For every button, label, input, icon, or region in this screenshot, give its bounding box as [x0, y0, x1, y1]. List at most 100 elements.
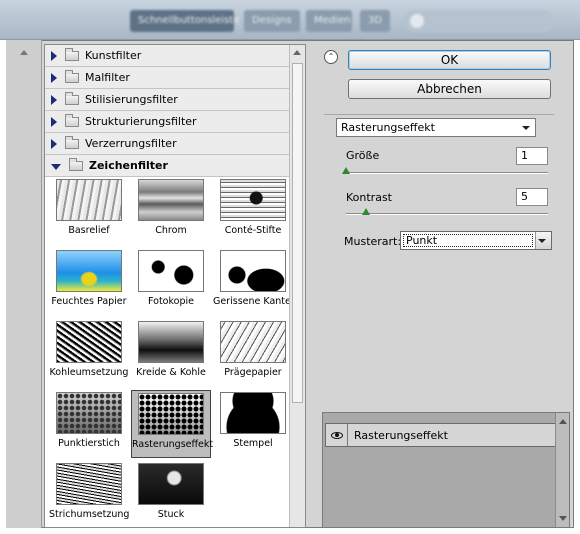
effect-select-value: Rasterungseffekt [341, 121, 435, 134]
filter-category-label: Stilisierungsfilter [85, 93, 178, 106]
contrast-slider-track[interactable] [346, 213, 548, 215]
folder-icon [65, 113, 79, 127]
filter-preview-image [138, 250, 204, 292]
double-chevron-up-icon[interactable]: ⌃ [324, 50, 338, 64]
folder-icon [69, 157, 83, 171]
effect-layers-panel: Rasterungseffekt [322, 412, 570, 528]
filter-thumbnail[interactable]: Stuck [131, 461, 211, 527]
contrast-slider-thumb[interactable] [362, 208, 371, 215]
toolbar-item-1[interactable]: Schnellbuttonsleiste [130, 10, 239, 32]
filter-thumbnail-label: Stuck [157, 509, 185, 520]
filter-thumbnail-label: Conté-Stifte [224, 225, 282, 236]
filter-preview-image [56, 179, 122, 221]
browser-toolbar: Schnellbuttonsleiste Designs Medien 3D [0, 0, 580, 40]
filter-preview-image [138, 179, 204, 221]
filter-thumbnail[interactable]: Kohleumsetzung [49, 319, 129, 387]
contrast-input[interactable]: 5 [516, 188, 548, 206]
layers-scrollbar[interactable] [555, 413, 569, 527]
filter-preview-image [138, 321, 204, 363]
toolbar-item-2[interactable]: Designs [244, 10, 300, 32]
filter-thumbnail-label: Rasterungseffekt [132, 439, 214, 450]
toolbar-item-4[interactable]: 3D [360, 10, 390, 32]
filter-thumbnail[interactable]: Basrelief [49, 177, 129, 245]
filter-thumbnail[interactable]: Chrom [131, 177, 211, 245]
search-icon [410, 14, 424, 28]
filter-list-panel: Kunstfilter Malfilter Stilisierungsfilter S… [44, 44, 306, 528]
filter-thumbnail[interactable]: Rasterungseffekt [131, 390, 214, 458]
triangle-right-icon[interactable] [51, 94, 57, 105]
effect-select[interactable]: Rasterungseffekt [336, 118, 536, 137]
filter-preview-image [56, 463, 122, 505]
filter-category-5[interactable]: Verzerrungsfilter [45, 133, 290, 155]
filter-preview-image [220, 321, 286, 363]
filter-thumbnail-label: Prägepapier [224, 367, 282, 378]
triangle-right-icon[interactable] [51, 116, 57, 127]
filter-category-label: Zeichenfilter [89, 159, 168, 172]
filter-category-label: Kunstfilter [85, 49, 142, 62]
filter-category-6[interactable]: Zeichenfilter [45, 155, 290, 177]
filter-preview-image [220, 179, 286, 221]
filter-thumbnail-label: Stempel [233, 438, 273, 449]
filter-list-scrollbar[interactable] [289, 45, 305, 527]
folder-icon [65, 69, 79, 83]
folder-icon [65, 91, 79, 105]
filter-thumbnail-label: Kohleumsetzung [49, 367, 129, 378]
folder-icon [65, 135, 79, 149]
filter-thumbnail[interactable]: Strichumsetzung [49, 461, 129, 527]
pattern-select-value: Punkt [403, 234, 533, 247]
filter-category-4[interactable]: Strukturierungsfilter [45, 111, 290, 133]
cancel-button[interactable]: Abbrechen [348, 79, 551, 99]
filter-category-1[interactable]: Kunstfilter [45, 45, 290, 67]
filter-thumbnail[interactable]: Prägepapier [213, 319, 293, 387]
filter-thumbnail-label: Punktierstich [58, 438, 120, 449]
scroll-thumb[interactable] [292, 63, 303, 403]
filter-settings: Rasterungseffekt Größe 1 Kontrast 5 Must… [324, 114, 554, 264]
triangle-down-icon[interactable] [51, 163, 61, 170]
filter-thumbnail[interactable]: Fotokopie [131, 248, 211, 316]
size-slider-thumb[interactable] [342, 167, 350, 174]
pattern-dropdown-button[interactable] [535, 232, 551, 249]
size-label: Größe [346, 149, 380, 162]
chevron-down-icon [522, 126, 530, 130]
filter-thumbnail[interactable]: Stempel [213, 390, 293, 458]
chevron-down-icon [538, 239, 546, 243]
filter-category-2[interactable]: Malfilter [45, 67, 290, 89]
triangle-right-icon[interactable] [51, 50, 57, 61]
filter-thumbnail-label: Chrom [155, 225, 187, 236]
filter-preview-image [220, 392, 286, 434]
effect-layer-row[interactable]: Rasterungseffekt [325, 423, 557, 447]
size-slider-track[interactable] [346, 172, 548, 174]
filter-thumbnail[interactable]: Conté-Stifte [213, 177, 293, 245]
filter-thumbnail-label: Fotokopie [148, 296, 194, 307]
scroll-down-arrow-icon[interactable] [559, 516, 567, 521]
filter-thumbnail-label: Gerissene Kanten [213, 296, 297, 307]
size-input[interactable]: 1 [516, 147, 548, 165]
filter-thumbnail[interactable]: Gerissene Kanten [213, 248, 297, 316]
filter-preview-image [220, 250, 286, 292]
filter-preview-image [56, 392, 122, 434]
contrast-label: Kontrast [346, 191, 392, 204]
toolbar-item-3[interactable]: Medien [306, 10, 352, 32]
filter-thumbnail-label: Kreide & Kohle [136, 367, 206, 378]
filter-preview-image [138, 393, 204, 435]
scroll-up-icon[interactable] [20, 50, 28, 55]
filter-thumbnail[interactable]: Kreide & Kohle [131, 319, 211, 387]
filter-thumbnail[interactable]: Punktierstich [49, 390, 129, 458]
eye-icon[interactable] [326, 424, 348, 446]
filter-preview-image [138, 463, 204, 505]
pattern-select[interactable]: Punkt [400, 231, 552, 250]
scroll-up-arrow-icon[interactable] [559, 419, 567, 424]
triangle-right-icon[interactable] [51, 138, 57, 149]
scroll-up-arrow-icon[interactable] [293, 50, 301, 55]
effect-layer-name: Rasterungseffekt [354, 428, 448, 442]
filter-category-3[interactable]: Stilisierungsfilter [45, 89, 290, 111]
toolbar-search[interactable] [404, 10, 554, 32]
triangle-right-icon[interactable] [51, 72, 57, 83]
filter-preview-image [56, 321, 122, 363]
pattern-label: Musterart: [344, 235, 402, 248]
folder-icon [65, 47, 79, 61]
filter-thumbnail[interactable]: Feuchtes Papier [49, 248, 129, 316]
ok-button[interactable]: OK [348, 50, 551, 70]
preview-pane-edge [6, 40, 42, 528]
filter-category-label: Malfilter [85, 71, 130, 84]
